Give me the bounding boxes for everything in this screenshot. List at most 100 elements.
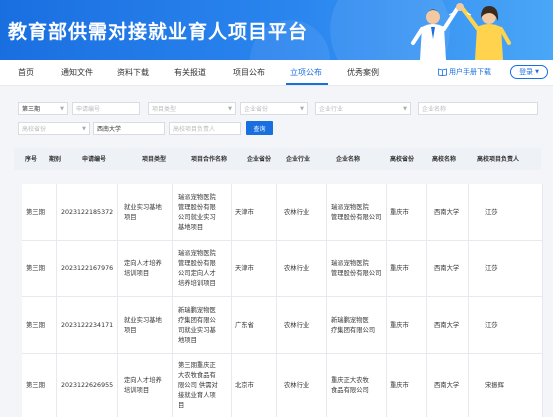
row-project-name: 瑞派宠物医院 管理股份有限 公司定向人才 培养培训项目 (178, 241, 216, 297)
banner-illustration (411, 3, 511, 60)
row-project-name: 新瑞鹏宠物医 疗集团有限公 司就业实习基 地项目 (178, 297, 216, 354)
company-industry-placeholder: 企业行业 (319, 106, 344, 113)
row-period: 第三期 (26, 208, 45, 216)
login-button[interactable]: 登录 ▼ (510, 65, 548, 79)
row-company-line: 管理股份有限公司 (331, 270, 382, 277)
row-company-line: 管理股份有限公司 (331, 213, 382, 221)
row-school-name: 西南大学 (434, 321, 460, 329)
row-company-line: 疗集团有限公司 (331, 326, 376, 334)
chevron-down-icon: ▼ (82, 125, 86, 132)
nav-item-project-announce[interactable]: 项目公布 (233, 67, 265, 78)
row-leader: 江莎 (485, 208, 498, 216)
row-company-province: 天津市 (235, 208, 254, 216)
row-name-line: 公司就业实习 (178, 213, 216, 221)
row-company-industry: 农林行业 (284, 381, 310, 389)
project-type-placeholder: 项目类型 (152, 106, 177, 113)
row-company-province: 天津市 (235, 265, 254, 272)
book-icon (438, 68, 447, 76)
row-period: 第三期 (26, 381, 45, 389)
table-body: 第三期 2023122185372 就业实习基地 项目 瑞派宠物医院 管理股份有限公… (22, 184, 543, 417)
school-name-input[interactable]: 西南大学 (93, 122, 165, 135)
nav-item-downloads[interactable]: 资料下载 (117, 67, 149, 78)
row-app-no: 2023122626955 (61, 381, 114, 389)
row-type-line: 就业实习基地 (124, 316, 162, 324)
nav-item-reports[interactable]: 有关报道 (174, 67, 206, 78)
row-name-line: 目 (178, 401, 185, 409)
row-name-line: 司就业实习基 (178, 326, 216, 334)
row-type-line: 定向人才培养 (124, 260, 162, 267)
school-name-value: 西南大学 (97, 126, 122, 133)
table-header: 序号 期别 申请编号 项目类型 项目合作名称 企业省份 企业行业 企业名称 高校… (14, 148, 541, 170)
row-company-province: 广东省 (235, 321, 254, 329)
project-type-select[interactable]: 项目类型 ▼ (148, 102, 236, 115)
company-province-select[interactable]: 企业省份 ▼ (240, 102, 308, 115)
row-company-name: 新瑞鹏宠物医 疗集团有限公司 (331, 297, 375, 354)
company-province-placeholder: 企业省份 (244, 106, 269, 113)
column-header-school-name: 高校名称 (432, 156, 457, 163)
company-name-input[interactable]: 企业名称 (418, 102, 538, 115)
row-company-industry: 农林行业 (284, 265, 310, 272)
column-header-company-industry: 企业行业 (286, 156, 311, 163)
row-name-line: 大农牧食品有 (178, 371, 216, 379)
row-period: 第三期 (26, 321, 45, 329)
row-school-name: 西南大学 (434, 208, 460, 216)
row-name-line: 基地项目 (178, 223, 204, 231)
row-name-line: 公司定向人才 (178, 270, 216, 277)
row-type-line: 培训项目 (124, 270, 150, 277)
header-banner: 教育部供需对接就业育人项目平台 (0, 0, 553, 60)
column-header-leader: 高校项目负责人 (477, 156, 520, 163)
row-name-line: 瑞派宠物医院 (178, 193, 216, 201)
row-type-line: 培训项目 (124, 386, 150, 394)
chevron-down-icon: ▼ (300, 105, 304, 112)
company-industry-select[interactable]: 企业行业 ▼ (315, 102, 411, 115)
nav-item-cases[interactable]: 优秀案例 (347, 67, 379, 78)
application-no-input[interactable]: 申请编号 (72, 102, 140, 115)
batch-select[interactable]: 第三期 ▼ (18, 102, 68, 115)
table-row[interactable]: 第三期 2023122234171 就业实习基地 项目 新瑞鹏宠物医 疗集团有限公司… (22, 297, 543, 354)
chevron-down-icon: ▼ (535, 69, 539, 75)
batch-value: 第三期 (22, 106, 41, 113)
project-leader-placeholder: 高校项目负责人 (173, 126, 216, 133)
row-name-line: 培养培训项目 (178, 280, 216, 287)
column-header-company-name: 企业名称 (336, 156, 361, 163)
row-app-no: 2023122234171 (61, 321, 114, 329)
row-name-line: 地项目 (178, 336, 197, 344)
row-company-line: 重庆正大农牧 (331, 376, 369, 384)
school-province-select[interactable]: 高校省份 ▼ (18, 122, 90, 135)
row-type: 定向人才培养 培训项目 (124, 241, 162, 297)
login-label: 登录 (519, 68, 534, 76)
column-header-company-province: 企业省份 (247, 156, 272, 163)
row-company-line: 新瑞鹏宠物医 (331, 316, 369, 324)
row-company-name: 瑞派宠物医院 管理股份有限公司 (331, 241, 381, 297)
row-app-no: 2023122185372 (61, 208, 114, 216)
manual-download-link[interactable]: 用户手册下载 (438, 67, 491, 77)
nav-item-notices[interactable]: 通知文件 (61, 67, 93, 78)
row-project-name: 第三期重庆正 大农牧食品有 限公司 供需对 接就业育人项目 (178, 354, 218, 417)
row-leader: 江莎 (485, 321, 498, 329)
row-name-line: 管理股份有限 (178, 203, 216, 211)
row-type-line: 就业实习基地 (124, 203, 162, 211)
column-header-app-no: 申请编号 (82, 156, 107, 163)
company-name-placeholder: 企业名称 (422, 106, 447, 113)
filter-panel: 第三期 ▼ 申请编号 项目类型 ▼ 企业省份 ▼ 企业行业 ▼ 企业名称 高校省份 ▼ 西… (12, 94, 542, 144)
row-leader: 宋振辉 (485, 381, 504, 389)
row-type-line: 定向人才培养 (124, 376, 162, 384)
row-name-line: 新瑞鹏宠物医 (178, 306, 216, 314)
row-type-line: 项目 (124, 213, 137, 221)
row-name-line: 疗集团有限公 (178, 316, 216, 324)
row-company-name: 重庆正大农牧 食品有限公司 (331, 354, 369, 417)
query-button[interactable]: 查询 (246, 121, 273, 135)
chevron-down-icon: ▼ (60, 105, 64, 112)
chevron-down-icon: ▼ (403, 105, 407, 112)
nav-item-approval-announce[interactable]: 立项公布 (290, 67, 322, 78)
column-header-school-province: 高校省份 (390, 156, 415, 163)
project-leader-input[interactable]: 高校项目负责人 (169, 122, 241, 135)
site-title: 教育部供需对接就业育人项目平台 (8, 21, 309, 43)
table-row[interactable]: 第三期 2023122185372 就业实习基地 项目 瑞派宠物医院 管理股份有限公… (22, 184, 543, 241)
row-school-province: 重庆市 (390, 265, 409, 272)
table-row[interactable]: 第三期 2023122167976 定向人才培养 培训项目 瑞派宠物医院 管理股份有… (22, 241, 543, 297)
nav-item-home[interactable]: 首页 (18, 67, 34, 78)
row-type: 定向人才培养 培训项目 (124, 354, 162, 417)
row-company-name: 瑞派宠物医院 管理股份有限公司 (331, 184, 381, 241)
table-row[interactable]: 第三期 2023122626955 定向人才培养 培训项目 第三期重庆正 大农牧食品… (22, 354, 543, 417)
